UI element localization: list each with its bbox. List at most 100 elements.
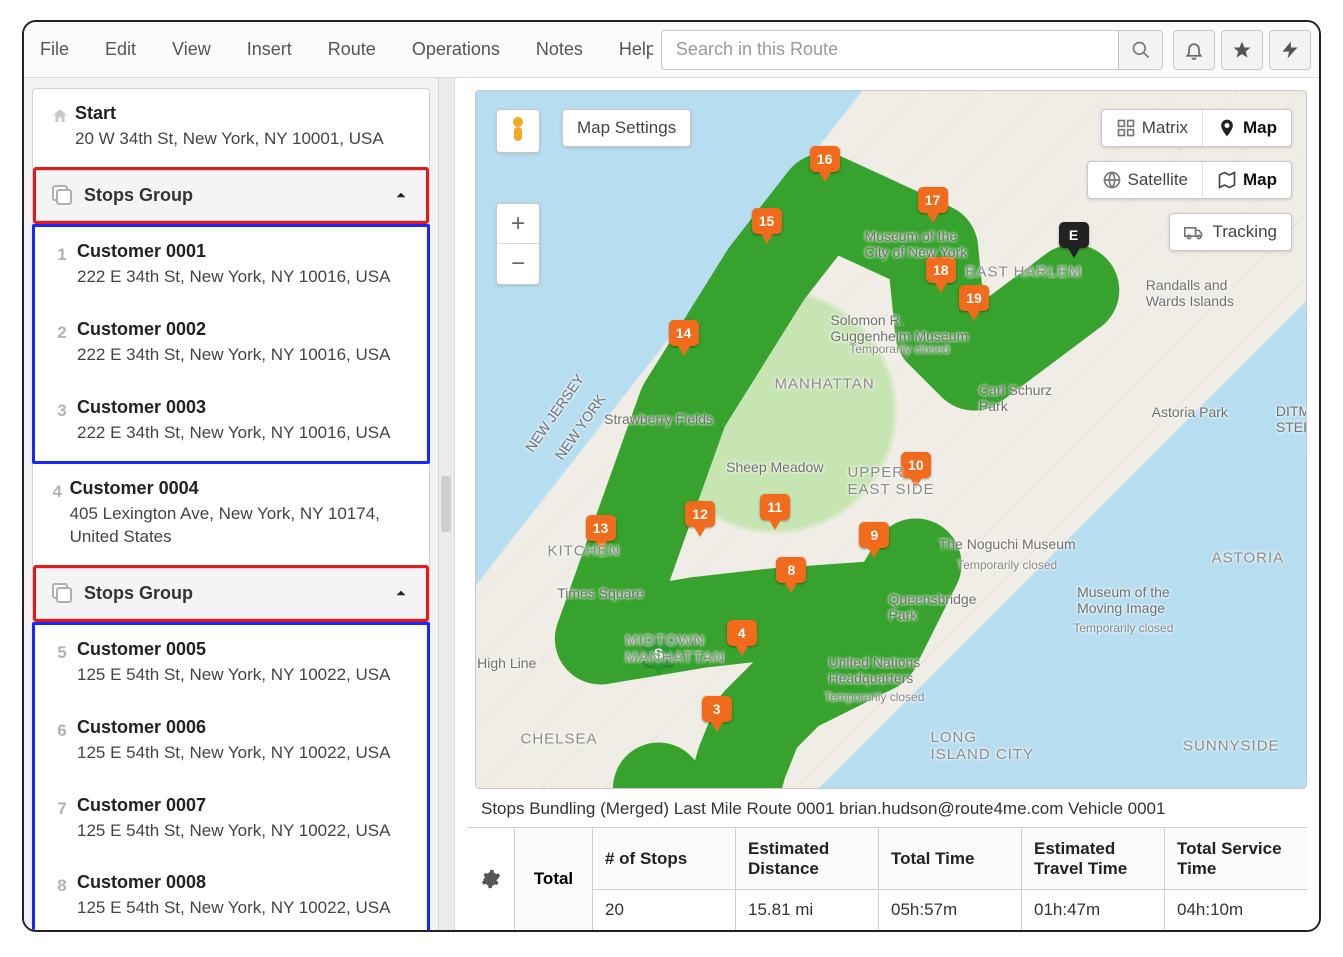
stats-settings-button[interactable] (467, 828, 515, 930)
map-stop-pin[interactable]: 9 (859, 522, 889, 558)
map-poi-label: Museum of theCity of New York (865, 228, 968, 260)
map-stop-pin[interactable]: E (1059, 222, 1089, 258)
map-poi-label: Museum of theMoving Image (1077, 584, 1170, 616)
map-layer-button[interactable]: Map (1202, 162, 1291, 198)
stops-group-header-2[interactable]: Stops Group (36, 568, 426, 619)
map-poi-label: Randalls andWards Islands (1146, 277, 1234, 309)
stop-row[interactable]: 6Customer 0006125 E 54th St, New York, N… (35, 703, 427, 781)
streetview-pegman[interactable] (496, 109, 540, 153)
map-stop-pin[interactable]: 4 (727, 620, 757, 656)
map-poi-label: UPPEREAST SIDE (847, 464, 934, 498)
chevron-up-icon (392, 186, 410, 204)
map-poi-label: CHELSEA (520, 731, 597, 748)
col-header: Estimated Travel Time (1022, 828, 1164, 890)
search-input[interactable] (662, 39, 1118, 60)
col-value: 20 (593, 890, 735, 930)
stop-address: 405 Lexington Ave, New York, NY 10174, U… (70, 503, 411, 549)
map-poi-label: e High Line (475, 655, 536, 671)
col-header: Total Service Time (1165, 828, 1307, 890)
menu-help[interactable]: Help (619, 39, 653, 60)
menu-notes[interactable]: Notes (536, 39, 583, 60)
stop-row[interactable]: 2Customer 0002222 E 34th St, New York, N… (35, 305, 427, 383)
menu-route[interactable]: Route (328, 39, 376, 60)
group-2-label: Stops Group (84, 583, 193, 604)
stop-row[interactable]: 5Customer 0005125 E 54th St, New York, N… (35, 625, 427, 703)
stop-row[interactable]: 3Customer 0003222 E 34th St, New York, N… (35, 383, 427, 461)
stack-icon (52, 185, 72, 205)
stop-row[interactable]: 4Customer 0004405 Lexington Ave, New Yor… (33, 464, 429, 565)
satellite-button[interactable]: Satellite (1088, 162, 1202, 198)
sidebar-resize-handle[interactable] (438, 78, 454, 930)
map-poi-label: Carl SchurzPark (979, 382, 1052, 414)
route-name: Stops Bundling (Merged) Last Mile Route … (455, 789, 1319, 827)
menu-file[interactable]: File (40, 39, 69, 60)
search-button[interactable] (1118, 31, 1162, 69)
menu-view[interactable]: View (172, 39, 211, 60)
menu-operations[interactable]: Operations (412, 39, 500, 60)
stop-number: 5 (57, 643, 66, 663)
map-stop-pin[interactable]: 3 (702, 696, 732, 732)
stop-row[interactable]: 8Customer 0008125 E 54th St, New York, N… (35, 858, 427, 930)
map-poi-label: MIDTOWNMANHATTAN (625, 632, 725, 666)
stops-group-header-1[interactable]: Stops Group (36, 170, 426, 221)
stats-total-label: Total (515, 828, 593, 930)
map-poi-label: ASTORIA (1212, 549, 1285, 566)
chevron-up-icon (392, 584, 410, 602)
stop-name: Customer 0008 (77, 872, 390, 893)
truck-icon (1184, 222, 1204, 242)
stop-address: 222 E 34th St, New York, NY 10016, USA (77, 266, 390, 289)
stop-row[interactable]: 1Customer 0001222 E 34th St, New York, N… (35, 227, 427, 305)
route-map[interactable]: Map Settings + − Matrix Map Satellite Ma… (475, 90, 1307, 789)
map-stop-pin[interactable]: 17 (918, 187, 948, 223)
map-poi-label: Times Square (557, 585, 644, 601)
map-stop-pin[interactable]: 16 (810, 146, 840, 182)
pegman-icon (506, 116, 530, 146)
group-1-label: Stops Group (84, 185, 193, 206)
col-header: # of Stops (593, 828, 735, 890)
quick-actions-button[interactable] (1269, 30, 1311, 70)
tracking-button[interactable]: Tracking (1169, 213, 1292, 251)
route-stats-table: Total # of Stops20 Estimated Distance15.… (467, 827, 1307, 930)
stop-row[interactable]: 7Customer 0007125 E 54th St, New York, N… (35, 781, 427, 859)
zoom-out-button[interactable]: − (497, 244, 539, 284)
map-icon (1217, 170, 1237, 190)
col-value: 01h:47m (1022, 890, 1164, 930)
route-search[interactable] (661, 30, 1163, 70)
favorite-button[interactable] (1221, 30, 1263, 70)
map-poi-label: Astoria Park (1152, 404, 1228, 420)
map-stop-pin[interactable]: 8 (776, 557, 806, 593)
matrix-mode-button[interactable]: Matrix (1102, 110, 1202, 146)
stop-name: Customer 0001 (77, 241, 390, 262)
map-poi-label: DITMASTEIN (1276, 403, 1307, 435)
map-mode-button[interactable]: Map (1202, 110, 1291, 146)
top-menu-bar: File Edit View Insert Route Operations N… (24, 22, 1319, 78)
lightning-icon (1280, 40, 1300, 60)
stop-number: 6 (57, 721, 66, 741)
map-poi-label: Strawberry Fields (604, 411, 713, 427)
zoom-in-button[interactable]: + (497, 204, 539, 244)
notifications-button[interactable] (1173, 30, 1215, 70)
map-settings-button[interactable]: Map Settings (562, 109, 691, 147)
stop-address: 222 E 34th St, New York, NY 10016, USA (77, 344, 390, 367)
start-stop[interactable]: Start 20 W 34th St, New York, NY 10001, … (33, 89, 429, 167)
start-address: 20 W 34th St, New York, NY 10001, USA (75, 128, 384, 151)
stop-name: Customer 0004 (70, 478, 411, 499)
home-icon (51, 107, 69, 125)
menu-insert[interactable]: Insert (247, 39, 292, 60)
map-stop-pin[interactable]: 12 (685, 501, 715, 537)
view-mode-toggle: Matrix Map (1101, 109, 1292, 147)
map-stop-pin[interactable]: 14 (669, 320, 699, 356)
stop-address: 125 E 54th St, New York, NY 10022, USA (77, 897, 390, 920)
stop-name: Customer 0003 (77, 397, 390, 418)
layer-toggle: Satellite Map (1087, 161, 1292, 199)
stop-number: 7 (57, 799, 66, 819)
map-poi-label: MANHATTAN (775, 375, 875, 392)
map-stop-pin[interactable]: 11 (760, 494, 790, 530)
map-stop-pin[interactable]: 18 (926, 257, 956, 293)
stop-number: 3 (57, 401, 66, 421)
map-stop-pin[interactable]: 15 (752, 208, 782, 244)
menu-edit[interactable]: Edit (105, 39, 136, 60)
map-poi-label: EAST HARLEM (966, 264, 1083, 281)
stop-name: Customer 0006 (77, 717, 390, 738)
map-poi-label: Sheep Meadow (726, 459, 823, 475)
